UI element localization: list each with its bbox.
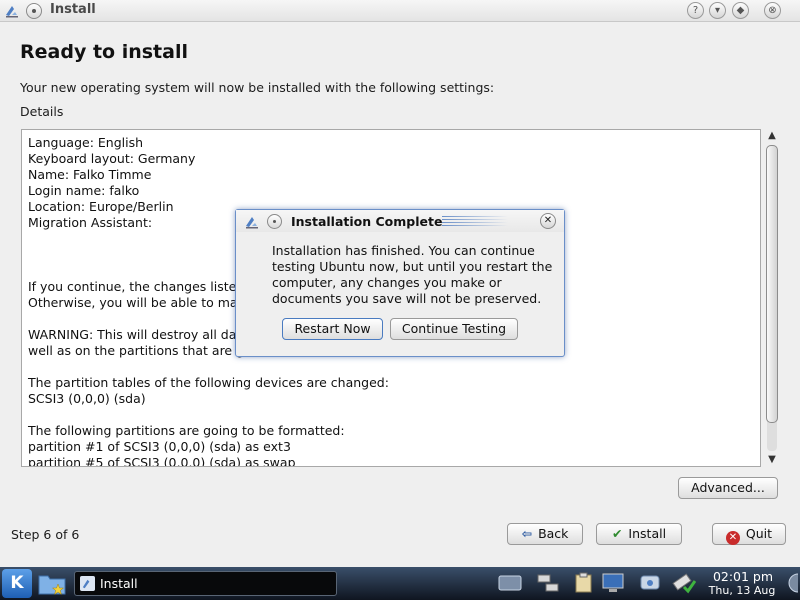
scroll-thumb[interactable] [766,145,778,423]
taskbar-task-label: Install [100,576,138,591]
dialog-close-icon[interactable]: ✕ [540,213,556,229]
window-menu-button[interactable] [26,3,42,19]
pager-icon[interactable] [498,572,522,594]
installer-icon [6,6,18,18]
quit-button[interactable]: ✕ Quit [712,523,786,545]
clock-time[interactable]: 02:01 pm [710,569,776,584]
install-button-label: Install [628,526,667,541]
clock-date[interactable]: Thu, 13 Aug [704,584,780,597]
installer-icon [246,217,258,229]
window-title: Install [50,2,96,17]
home-folder-icon[interactable] [37,570,67,597]
step-indicator: Step 6 of 6 [11,527,80,542]
titlebar-decoration [442,216,508,228]
scroll-up-arrow-icon[interactable]: ▲ [764,129,780,143]
display-icon[interactable] [601,572,625,594]
panel-toolbox-icon[interactable] [784,573,798,593]
network-icon[interactable] [536,572,560,594]
details-line: If you continue, the changes listed [28,279,245,294]
details-line: Migration Assistant: [28,215,153,230]
close-button[interactable]: ⊗ [764,2,781,19]
k-menu-button[interactable]: K [2,569,32,598]
clipboard-icon[interactable] [573,572,597,594]
details-line: The following partitions are going to be… [28,423,345,438]
install-button[interactable]: ✔ Install [596,523,682,545]
stop-icon: ✕ [725,531,740,545]
details-line: partition #1 of SCSI3 (0,0,0) (sda) as e… [28,439,291,454]
details-line: Otherwise, you will be able to mak [28,295,245,310]
details-line: Keyboard layout: Germany [28,151,196,166]
window-titlebar: Install ? ▾ ◆ ⊗ [0,0,800,22]
details-line: Name: Falko Timme [28,167,152,182]
back-button[interactable]: ⇦ Back [507,523,583,545]
scroll-down-arrow-icon[interactable]: ▼ [764,453,780,467]
details-scrollbar[interactable]: ▲ ▼ [764,129,780,467]
details-line: The partition tables of the following de… [28,375,389,390]
arrow-left-icon: ⇦ [521,526,533,541]
dialog-message: Installation has finished. You can conti… [272,243,553,306]
intro-text: Your new operating system will now be in… [20,80,495,95]
maximize-button[interactable]: ◆ [732,2,749,19]
installation-complete-dialog: Installation Complete ✕ Installation has… [235,209,565,357]
dialog-menu-button[interactable] [267,214,282,229]
details-label: Details [20,104,64,119]
details-line: Language: English [28,135,144,150]
taskbar-task-install[interactable]: Install [74,571,337,596]
continue-testing-button[interactable]: Continue Testing [390,318,518,340]
update-notifier-icon[interactable] [672,572,696,594]
details-line: Login name: falko [28,183,140,198]
quit-button-label: Quit [745,526,773,541]
device-notifier-icon[interactable] [638,572,662,594]
details-line: partition #5 of SCSI3 (0,0,0) (sda) as s… [28,455,296,467]
help-button[interactable]: ? [687,2,704,19]
details-line: SCSI3 (0,0,0) (sda) [28,391,146,406]
details-line: WARNING: This will destroy all data [28,327,249,342]
dialog-titlebar: Installation Complete ✕ [236,210,564,232]
taskbar: K Install 02:01 pm Thu, 13 Aug [0,567,800,600]
page-title: Ready to install [20,41,188,63]
details-line: well as on the partitions that are g [28,343,245,358]
installer-icon [80,576,95,591]
advanced-button[interactable]: Advanced... [678,477,778,499]
minimize-button[interactable]: ▾ [709,2,726,19]
dialog-title: Installation Complete [291,214,443,229]
back-button-label: Back [538,526,569,541]
checkmark-icon: ✔ [611,526,623,541]
restart-now-button[interactable]: Restart Now [282,318,383,340]
details-line: Location: Europe/Berlin [28,199,174,214]
